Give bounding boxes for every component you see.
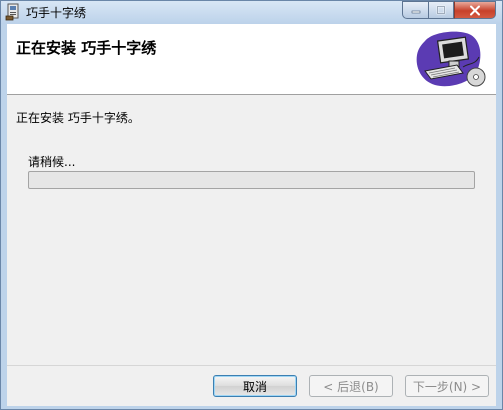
minimize-icon xyxy=(411,10,420,14)
maximize-button[interactable] xyxy=(428,1,454,19)
page-title: 正在安装 巧手十字绣 xyxy=(16,39,157,57)
close-icon xyxy=(470,5,480,15)
minimize-button[interactable] xyxy=(402,1,428,19)
back-button[interactable]: < 后退(B) xyxy=(309,375,393,397)
status-message: 正在安装 巧手十字绣。 xyxy=(16,111,140,125)
next-button[interactable]: 下一步(N) > xyxy=(405,375,489,397)
installer-package-icon xyxy=(5,3,21,21)
installer-window: 巧手十字绣 正在安装 巧手十字绣 正在安装 巧手十字绣。 请稍候... 取消 <… xyxy=(0,0,503,410)
close-button[interactable] xyxy=(454,1,496,19)
window-controls xyxy=(402,1,496,19)
title-bar[interactable]: 巧手十字绣 xyxy=(1,1,502,24)
content-panel: 正在安装 巧手十字绣。 请稍候... xyxy=(7,95,496,365)
header-banner: 正在安装 巧手十字绣 xyxy=(7,24,496,95)
computer-setup-icon xyxy=(413,27,489,91)
maximize-icon xyxy=(436,5,446,15)
window-title: 巧手十字绣 xyxy=(26,6,87,20)
button-bar: 取消 < 后退(B) 下一步(N) > xyxy=(7,365,496,406)
wait-message: 请稍候... xyxy=(28,155,76,169)
progress-bar xyxy=(28,171,475,189)
cancel-button[interactable]: 取消 xyxy=(213,375,297,397)
